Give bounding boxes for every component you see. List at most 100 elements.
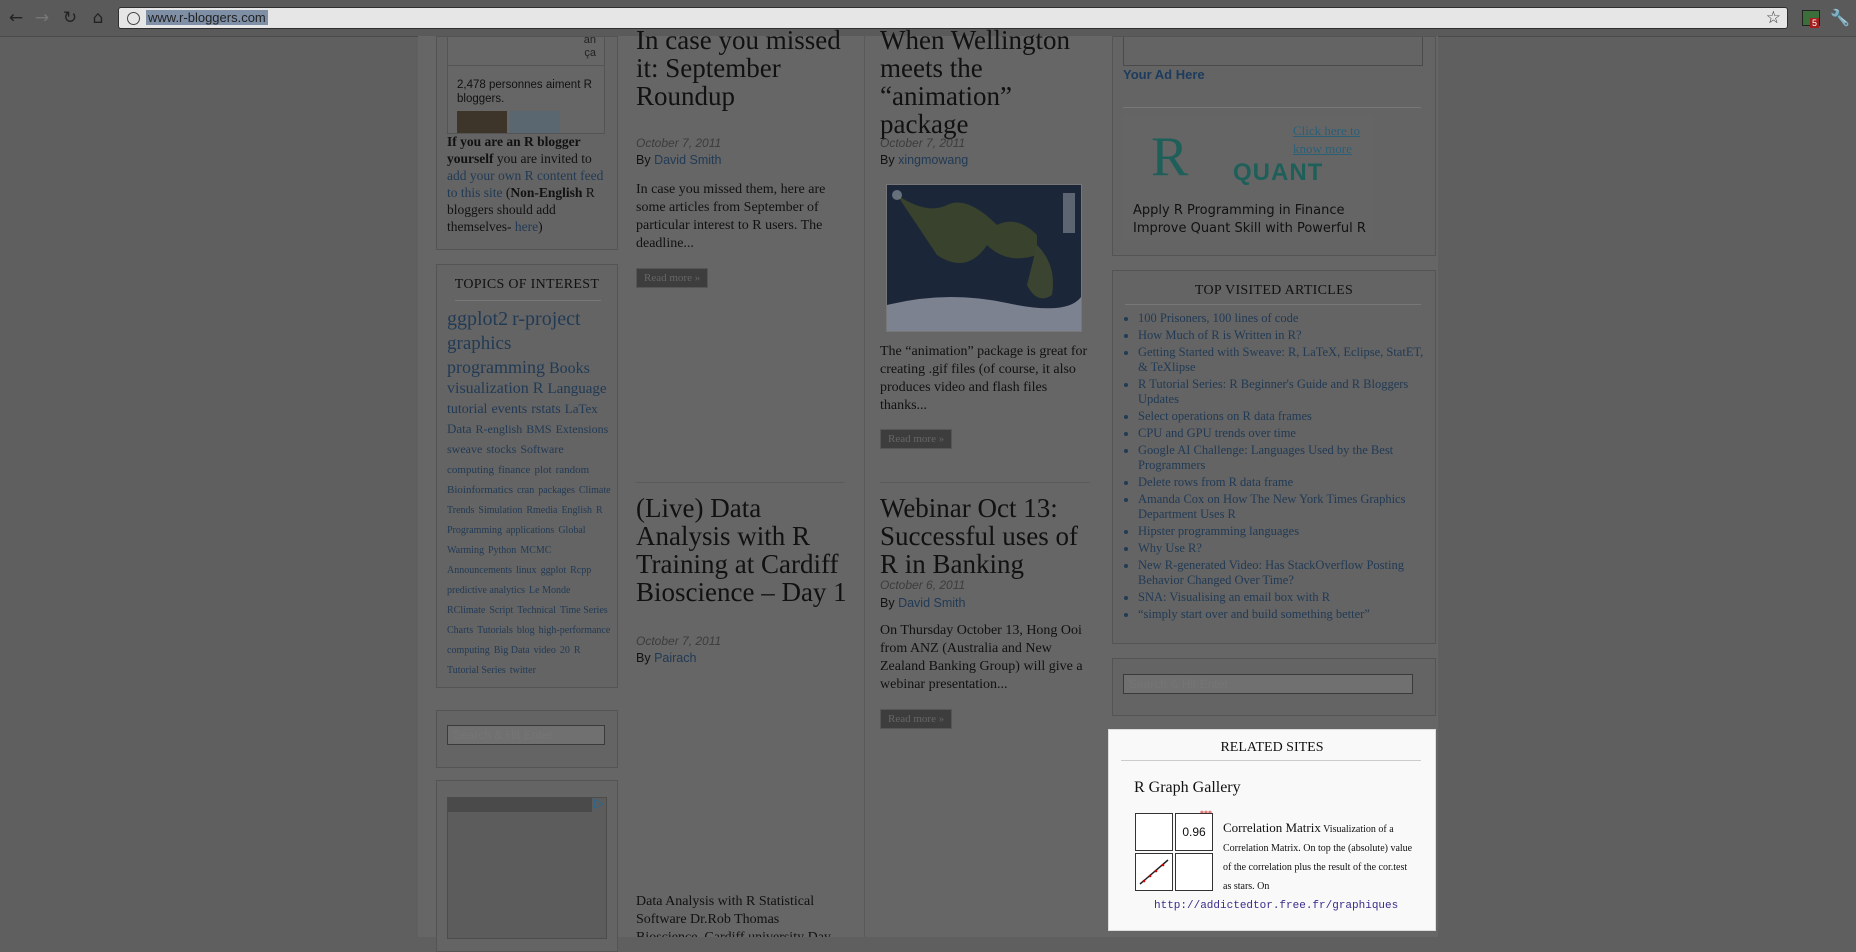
tag-link[interactable]: computing <box>447 464 494 476</box>
author-link[interactable]: Pairach <box>654 651 696 665</box>
tag-link[interactable]: plot <box>534 464 551 476</box>
tag-link[interactable]: RClimate <box>447 605 485 616</box>
tag-link[interactable]: stocks <box>486 442 516 456</box>
left-search-input[interactable] <box>447 725 605 745</box>
tag-link[interactable]: Time Series <box>560 605 608 616</box>
tag-link[interactable]: Rmedia <box>526 505 557 516</box>
author-link[interactable]: David Smith <box>654 153 721 167</box>
top-article-link[interactable]: Delete rows from R data frame <box>1138 475 1428 490</box>
author-link[interactable]: David Smith <box>898 596 965 610</box>
facebook-box: an ça 2,478 personnes aiment R bloggers.… <box>436 34 618 250</box>
correlation-title[interactable]: Correlation Matrix <box>1223 820 1321 835</box>
tag-link[interactable]: Software <box>520 442 563 456</box>
top-article-link[interactable]: Select operations on R data frames <box>1138 409 1428 424</box>
tag-link[interactable]: linux <box>516 565 537 576</box>
tag-link[interactable]: ggplot2 <box>447 308 508 330</box>
tag-link[interactable]: English <box>561 505 592 516</box>
home-icon[interactable]: ⌂ <box>88 8 108 28</box>
tag-link[interactable]: Big Data <box>494 645 530 656</box>
tag-link[interactable]: Script <box>489 605 513 616</box>
graph-gallery-title[interactable]: R Graph Gallery <box>1134 779 1241 797</box>
tag-link[interactable]: BMS <box>526 422 551 436</box>
top-article-link[interactable]: R Tutorial Series: R Beginner's Guide an… <box>1138 377 1428 407</box>
tag-link[interactable]: Trends <box>447 505 474 516</box>
tag-link[interactable]: Bioinformatics <box>447 484 513 496</box>
adchoices-icon[interactable]: ▷ <box>594 796 604 811</box>
tag-link[interactable]: programming <box>447 357 545 377</box>
tag-link[interactable]: cran <box>517 485 534 496</box>
tag-link[interactable]: Le Monde <box>529 585 570 596</box>
tag-link[interactable]: Announcements <box>447 565 512 576</box>
rquant-logo-r: R <box>1151 126 1189 188</box>
tag-link[interactable]: Charts <box>447 625 473 636</box>
top-article-link[interactable]: CPU and GPU trends over time <box>1138 426 1428 441</box>
correlation-thumbnail[interactable]: 0.96 *** <box>1135 809 1213 891</box>
top-article-link[interactable]: Google AI Challenge: Languages Used by t… <box>1138 443 1428 473</box>
right-search-input[interactable] <box>1123 674 1413 694</box>
post-title[interactable]: In case you missed it: September Roundup <box>636 26 846 110</box>
tag-link[interactable]: Data <box>447 421 472 436</box>
top-article-link[interactable]: New R-generated Video: Has StackOverflow… <box>1138 558 1428 588</box>
bookmark-star-icon[interactable]: ☆ <box>1766 8 1781 28</box>
tag-link[interactable]: r-project <box>512 308 580 330</box>
tag-link[interactable]: Simulation <box>478 505 522 516</box>
post-map-image[interactable] <box>886 184 1082 332</box>
forward-icon[interactable]: → <box>32 8 52 28</box>
author-link[interactable]: xingmowang <box>898 153 968 167</box>
your-ad-here-link[interactable]: Your Ad Here <box>1123 67 1205 82</box>
tag-link[interactable]: predictive analytics <box>447 585 525 596</box>
tag-link[interactable]: Technical <box>517 605 556 616</box>
tag-link[interactable]: R-english <box>476 422 523 436</box>
top-article-link[interactable]: Amanda Cox on How The New York Times Gra… <box>1138 492 1428 522</box>
post-title[interactable]: (Live) Data Analysis with R Training at … <box>636 494 852 606</box>
related-url-link[interactable]: http://addictedtor.free.fr/graphiques <box>1154 900 1398 912</box>
read-more-button[interactable]: Read more » <box>880 709 953 729</box>
top-article-link[interactable]: Why Use R? <box>1138 541 1428 556</box>
tag-link[interactable]: ggplot <box>541 565 567 576</box>
tag-link[interactable]: Tutorials <box>477 625 513 636</box>
rquant-click-link[interactable]: Click here to know more <box>1293 122 1375 158</box>
tag-link[interactable]: graphics <box>447 333 511 354</box>
read-more-button[interactable]: Read more » <box>636 268 709 288</box>
top-article-link[interactable]: Hipster programming languages <box>1138 524 1428 539</box>
tag-link[interactable]: packages <box>538 485 575 496</box>
tag-link[interactable]: sweave <box>447 442 482 456</box>
top-article-link[interactable]: Getting Started with Sweave: R, LaTeX, E… <box>1138 345 1428 375</box>
tag-link[interactable]: finance <box>498 464 530 476</box>
post-title[interactable]: Webinar Oct 13: Successful uses of R in … <box>880 494 1090 578</box>
tag-link[interactable]: Extensions <box>556 422 609 436</box>
tag-link[interactable]: Python <box>488 545 516 556</box>
ad-frame[interactable]: ▷ <box>447 796 607 939</box>
reload-icon[interactable]: ↻ <box>60 8 80 28</box>
tag-link[interactable]: events <box>491 402 527 417</box>
wrench-menu-icon[interactable]: 🔧 <box>1830 8 1850 27</box>
back-icon[interactable]: ← <box>6 8 26 28</box>
tag-link[interactable]: Climate <box>579 485 611 496</box>
rquant-banner[interactable]: R QUANT Click here to know more Apply R … <box>1123 115 1373 241</box>
tag-link[interactable]: LaTex <box>565 401 598 416</box>
top-article-link[interactable]: SNA: Visualising an email box with R <box>1138 590 1428 605</box>
tag-link[interactable]: twitter <box>510 665 536 676</box>
tag-link[interactable]: R <box>533 380 544 397</box>
url-text[interactable]: www.r-bloggers.com <box>146 10 268 25</box>
read-more-button[interactable]: Read more » <box>880 429 953 449</box>
top-article-link[interactable]: “simply start over and build something b… <box>1138 607 1428 622</box>
tag-link[interactable]: tutorial <box>447 402 487 417</box>
tag-link[interactable]: 20 <box>560 645 570 656</box>
top-article-link[interactable]: 100 Prisoners, 100 lines of code <box>1138 311 1428 326</box>
tag-link[interactable]: random <box>556 464 590 476</box>
tag-link[interactable]: Rcpp <box>570 565 591 576</box>
tag-link[interactable]: Books <box>549 360 590 377</box>
top-article-link[interactable]: How Much of R is Written in R? <box>1138 328 1428 343</box>
tag-link[interactable]: MCMC <box>520 545 551 556</box>
tag-link[interactable]: applications <box>506 525 554 536</box>
post-title[interactable]: When Wellington meets the “animation” pa… <box>880 26 1090 138</box>
fb-avatar[interactable] <box>510 111 560 133</box>
tag-link[interactable]: rstats <box>531 402 561 417</box>
tag-link[interactable]: video <box>534 645 556 656</box>
tag-link[interactable]: blog <box>517 625 535 636</box>
tag-link[interactable]: Language <box>547 381 606 397</box>
fb-avatar[interactable] <box>457 111 507 133</box>
tag-link[interactable]: visualization <box>447 380 529 397</box>
here-link[interactable]: here <box>515 219 538 234</box>
